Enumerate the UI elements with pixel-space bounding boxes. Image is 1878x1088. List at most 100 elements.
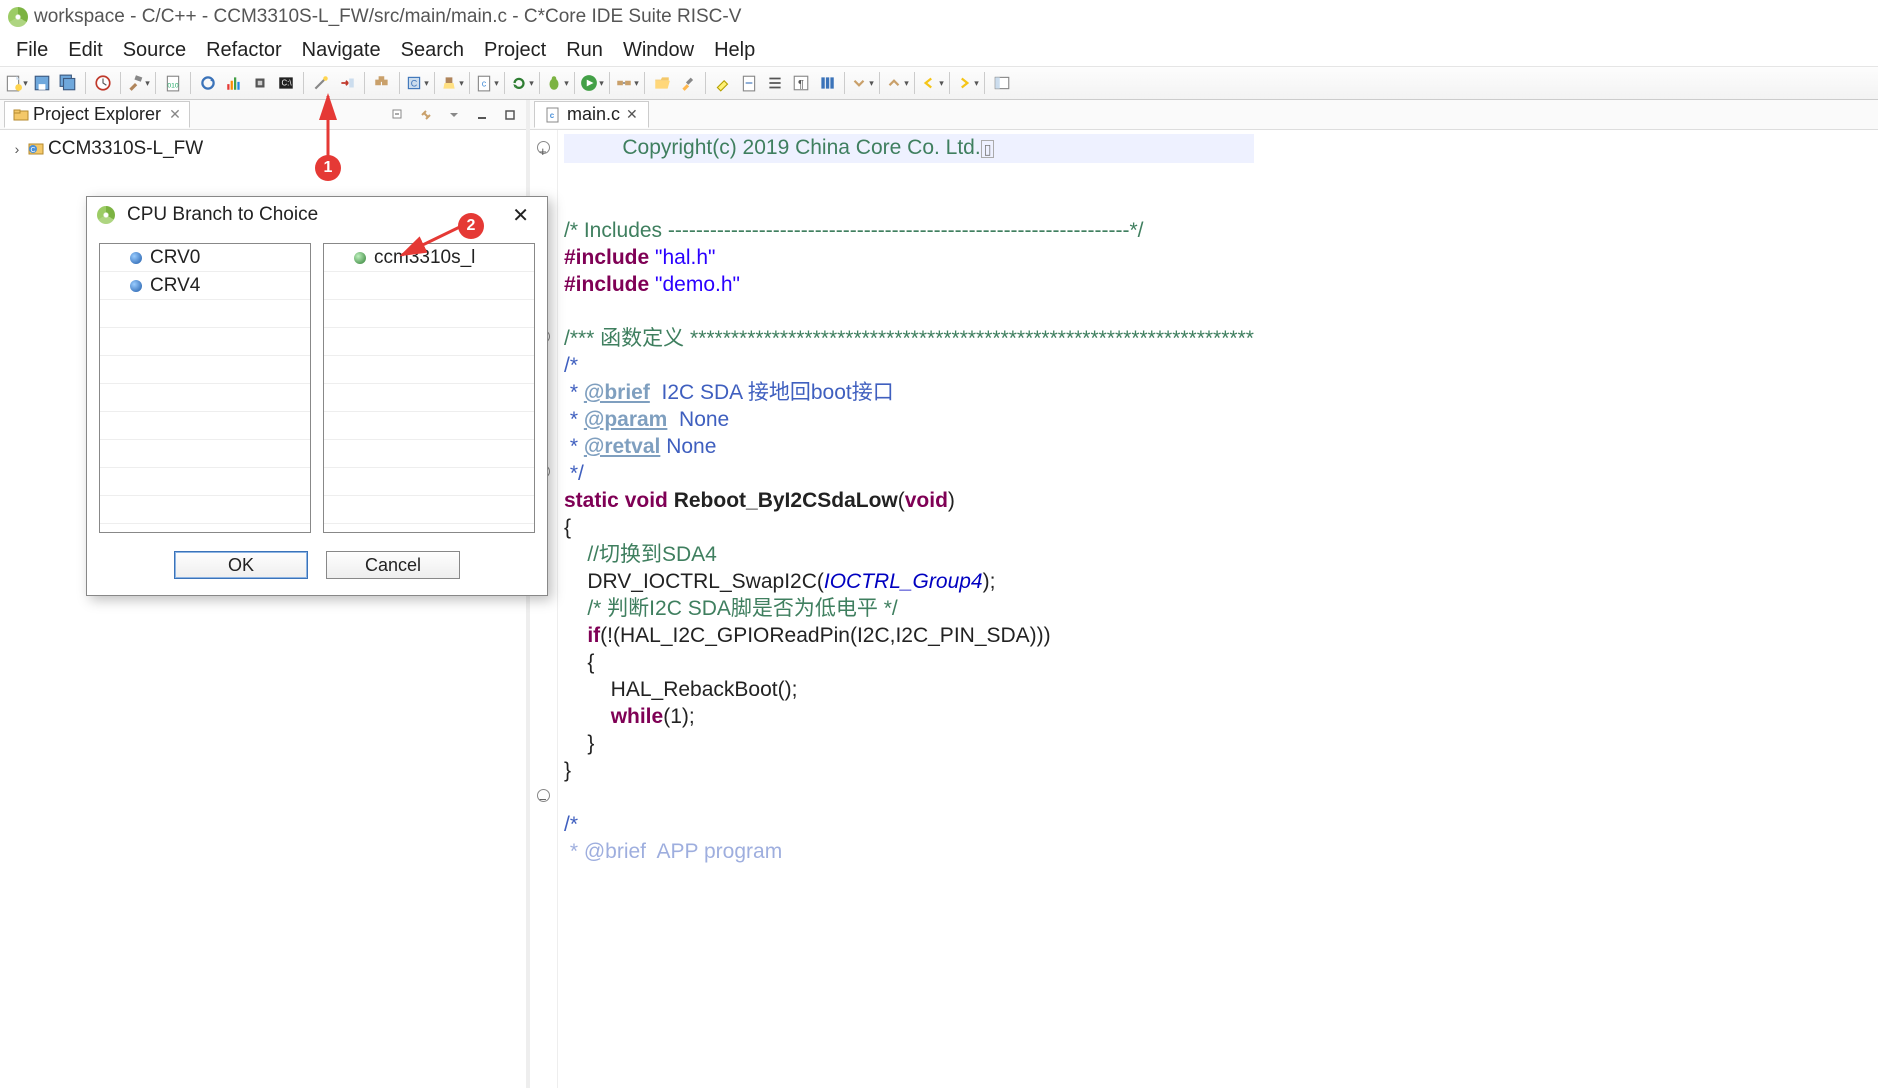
clock-icon[interactable] [91, 71, 115, 95]
project-explorer-tree[interactable]: › C CCM3310S-L_FW [0, 130, 526, 168]
cancel-button[interactable]: Cancel [326, 551, 460, 579]
fold-collapse-icon[interactable] [537, 789, 550, 802]
project-explorer-tab[interactable]: Project Explorer ✕ [4, 101, 190, 128]
menu-run[interactable]: Run [556, 37, 613, 64]
forward-icon[interactable] [955, 71, 979, 95]
cycle-icon[interactable] [510, 71, 534, 95]
callout-1: 1 [315, 155, 341, 181]
minimize-icon[interactable] [470, 103, 494, 127]
close-button[interactable]: ✕ [504, 201, 537, 230]
list-item[interactable] [100, 300, 310, 328]
menu-search[interactable]: Search [391, 37, 474, 64]
list-item[interactable]: CRV0 [100, 244, 310, 272]
bars-icon[interactable] [815, 71, 839, 95]
save-all-icon[interactable] [56, 71, 80, 95]
ok-button[interactable]: OK [174, 551, 308, 579]
menu-window[interactable]: Window [613, 37, 704, 64]
code-line: { [564, 516, 571, 539]
tree-root-item[interactable]: › C CCM3310S-L_FW [4, 136, 522, 162]
spectrum-icon[interactable] [222, 71, 246, 95]
connect-icon[interactable] [615, 71, 639, 95]
menu-help[interactable]: Help [704, 37, 765, 64]
code-token: #include [564, 246, 649, 269]
list-item[interactable] [100, 496, 310, 524]
refresh-blue-icon[interactable] [196, 71, 220, 95]
editor-pane: c main.c ✕ Copyright(c) 2019 China Core … [530, 100, 1878, 1088]
svg-text:C: C [411, 78, 418, 88]
svg-text:C: C [30, 147, 35, 154]
list-item[interactable] [324, 468, 534, 496]
list-icon[interactable] [763, 71, 787, 95]
list-item-label: CRV4 [150, 275, 200, 297]
doc-step-icon[interactable] [737, 71, 761, 95]
main-toolbar: 010 C:\ Cc ¶ [0, 66, 1878, 100]
list-item[interactable] [100, 328, 310, 356]
code-token: * [564, 381, 584, 404]
menu-navigate[interactable]: Navigate [292, 37, 391, 64]
list-item[interactable] [324, 496, 534, 524]
console-icon[interactable]: C:\ [274, 71, 298, 95]
list-item[interactable] [324, 300, 534, 328]
list-item[interactable] [100, 384, 310, 412]
brush-icon[interactable] [676, 71, 700, 95]
cpu-list-left[interactable]: CRV0 CRV4 [99, 243, 311, 533]
code-content[interactable]: Copyright(c) 2019 China Core Co. Ltd.▯ /… [558, 130, 1254, 1088]
fold-expand-icon[interactable] [537, 141, 550, 154]
menu-file[interactable]: File [6, 37, 58, 64]
editor-tab-label: main.c [567, 104, 620, 125]
close-icon[interactable]: ✕ [626, 106, 638, 123]
hammer-build-icon[interactable] [126, 71, 150, 95]
binary-file-icon[interactable]: 010 [161, 71, 185, 95]
list-item[interactable] [324, 440, 534, 468]
menu-project[interactable]: Project [474, 37, 556, 64]
cpu-list-right[interactable]: ccm3310s_l [323, 243, 535, 533]
open-folder-icon[interactable] [650, 71, 674, 95]
menu-source[interactable]: Source [113, 37, 196, 64]
expand-icon[interactable]: › [10, 141, 24, 157]
menu-refactor[interactable]: Refactor [196, 37, 292, 64]
code-token: void [905, 489, 948, 512]
box-c-icon[interactable]: C [405, 71, 429, 95]
highlighter-icon[interactable] [711, 71, 735, 95]
packages-icon[interactable] [370, 71, 394, 95]
list-item[interactable] [324, 412, 534, 440]
code-line: */ [564, 462, 584, 485]
bug-run-icon[interactable] [545, 71, 569, 95]
callout-2: 2 [458, 213, 484, 239]
list-item[interactable] [324, 384, 534, 412]
code-editor[interactable]: Copyright(c) 2019 China Core Co. Ltd.▯ /… [530, 130, 1878, 1088]
menu-edit[interactable]: Edit [58, 37, 112, 64]
wand-icon[interactable] [309, 71, 333, 95]
nav-up-icon[interactable] [885, 71, 909, 95]
save-icon[interactable] [30, 71, 54, 95]
back-icon[interactable] [920, 71, 944, 95]
file-c-icon[interactable]: c [475, 71, 499, 95]
list-item[interactable]: ccm3310s_l [324, 244, 534, 272]
code-token: while [611, 705, 664, 728]
list-item[interactable]: CRV4 [100, 272, 310, 300]
clean-icon[interactable] [440, 71, 464, 95]
cpu-icon[interactable] [248, 71, 272, 95]
view-menu-icon[interactable] [442, 103, 466, 127]
list-item[interactable] [324, 272, 534, 300]
nav-down-icon[interactable] [850, 71, 874, 95]
toggle-pane-icon[interactable] [990, 71, 1014, 95]
editor-tab-main-c[interactable]: c main.c ✕ [534, 101, 649, 128]
link-editor-icon[interactable] [414, 103, 438, 127]
maximize-icon[interactable] [498, 103, 522, 127]
list-item[interactable] [324, 356, 534, 384]
collapse-all-icon[interactable] [386, 103, 410, 127]
code-token: ); [983, 570, 996, 593]
list-item[interactable] [100, 412, 310, 440]
list-item[interactable] [100, 356, 310, 384]
list-item[interactable] [324, 328, 534, 356]
code-line: //切换到SDA4 [564, 543, 717, 566]
pi-icon[interactable]: ¶ [789, 71, 813, 95]
play-run-icon[interactable] [580, 71, 604, 95]
code-token: #include [564, 273, 649, 296]
step-icon[interactable] [335, 71, 359, 95]
new-wizard-icon[interactable] [4, 71, 28, 95]
list-item[interactable] [100, 440, 310, 468]
close-icon[interactable]: ✕ [169, 106, 181, 123]
list-item[interactable] [100, 468, 310, 496]
